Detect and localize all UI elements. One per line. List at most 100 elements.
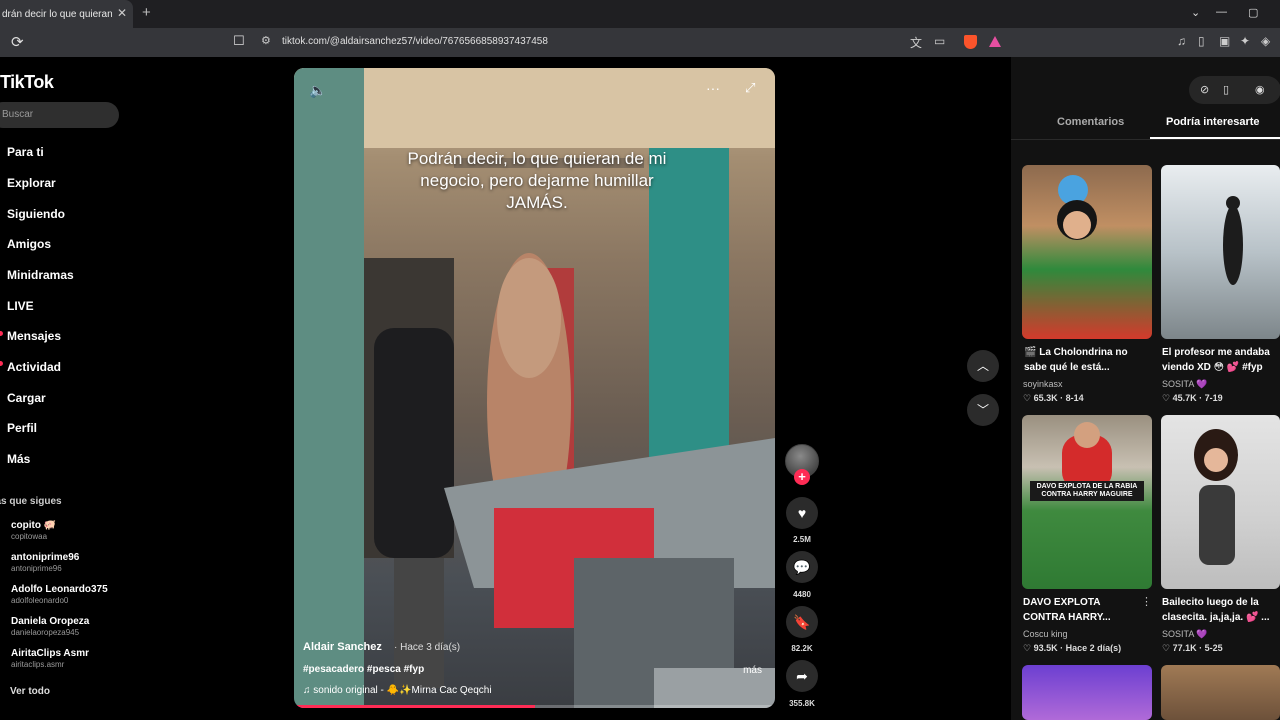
bookmark-icon[interactable]: ☐ <box>233 33 245 49</box>
tab-comments[interactable]: Comentarios <box>1057 116 1124 128</box>
video-player[interactable]: 🔈 ··· ⤢ Podrán decir, lo que quieran de … <box>294 68 775 708</box>
nav-messages[interactable]: Mensajes <box>7 329 61 343</box>
browser-tab-bar: drán decir lo que quieran de m ✕ + ⌄ — ▢ <box>0 0 1280 28</box>
video-progress-bar[interactable] <box>294 705 775 708</box>
nav-activity[interactable]: Actividad <box>7 360 61 374</box>
card-author: SOSITA 💜 <box>1162 379 1208 389</box>
thumbnail-image <box>1194 429 1238 565</box>
share-count: 355.8K <box>789 699 815 708</box>
video-progress-fill <box>294 705 535 708</box>
brave-shield-icon[interactable] <box>964 35 977 49</box>
account-handle: adolfoleonardo0 <box>11 596 69 605</box>
save-count: 82.2K <box>791 644 813 653</box>
comment-button[interactable]: 💬 <box>786 551 818 583</box>
nav-for-you[interactable]: Para ti <box>7 145 44 159</box>
more-description-button[interactable]: más <box>743 665 762 676</box>
heart-icon: ♥ <box>797 505 807 521</box>
search-placeholder: Buscar <box>2 109 34 120</box>
account-name: Daniela Oropeza <box>11 616 90 627</box>
card-thumbnail <box>1161 165 1280 339</box>
close-tab-icon[interactable]: ✕ <box>117 6 127 20</box>
card-stats: ♡ 77.1K · 5-25 <box>1162 643 1223 653</box>
next-video-button[interactable]: ﹀ <box>967 394 999 426</box>
nav-upload[interactable]: Cargar <box>7 391 46 405</box>
tab-title: drán decir lo que quieran de m <box>2 8 112 20</box>
ai-icon[interactable]: ✦ <box>1240 34 1250 48</box>
card-stats: ♡ 45.7K · 7-19 <box>1162 393 1223 403</box>
video-hashtags[interactable]: #pesacadero #pesca #fyp <box>303 664 424 675</box>
comment-icon: 💬 <box>793 559 811 575</box>
nav-live[interactable]: LIVE <box>7 299 34 313</box>
account-handle: antoniprime96 <box>11 564 62 573</box>
card-thumbnail[interactable] <box>1022 665 1152 720</box>
video-music[interactable]: ♫ sonido original - 🐥✨Mirna Cac Qeqchi <box>303 685 492 696</box>
wallet-icon[interactable]: ▣ <box>1219 34 1230 48</box>
device-icon[interactable]: ▯ <box>1223 83 1229 96</box>
tab-recommended[interactable]: Podría interesarte <box>1166 116 1260 128</box>
brave-rewards-icon[interactable] <box>989 36 1001 47</box>
bookmark-icon: 🔖 <box>793 614 811 630</box>
card-title: El profesor me andaba viendo XD 😳 💕 #fyp <box>1162 347 1270 373</box>
tab-search-icon[interactable]: ⌄ <box>1191 6 1200 19</box>
activity-notification-dot <box>0 361 3 366</box>
messages-notification-dot <box>0 331 3 336</box>
new-tab-button[interactable]: + <box>142 4 151 21</box>
tab-divider <box>1011 139 1280 140</box>
thumbnail-banner-text: DAVO EXPLOTA DE LA RABIA CONTRA HARRY MA… <box>1036 483 1138 498</box>
url-field[interactable]: tiktok.com/@aldairsanchez57/video/767656… <box>282 36 548 47</box>
see-all-link[interactable]: Ver todo <box>10 686 50 697</box>
nav-following[interactable]: Siguiendo <box>7 207 65 221</box>
card-author: soyinkasx <box>1023 379 1063 389</box>
nav-more[interactable]: Más <box>7 452 30 466</box>
account-name: copito 🐖 <box>11 520 57 531</box>
like-button[interactable]: ♥ <box>786 497 818 529</box>
thumbnail-image <box>1057 175 1097 240</box>
account-handle: airitaclips.asmr <box>11 660 65 669</box>
user-avatar-icon[interactable]: ◉ <box>1255 83 1265 96</box>
more-options-icon[interactable]: ··· <box>706 80 720 96</box>
card-thumbnail <box>1022 165 1152 339</box>
volume-icon[interactable]: 🔈 <box>309 82 326 99</box>
fullscreen-icon[interactable]: ⤢ <box>745 80 755 96</box>
nav-explore[interactable]: Explorar <box>7 176 56 190</box>
nav-minidramas[interactable]: Minidramas <box>7 268 74 282</box>
nav-profile[interactable]: Perfil <box>7 421 37 435</box>
account-name: Adolfo Leonardo375 <box>11 584 108 595</box>
nav-friends[interactable]: Amigos <box>7 237 51 251</box>
card-stats: ♡ 65.3K · 8-14 <box>1023 393 1084 403</box>
site-info-icon[interactable]: ⚙ <box>261 34 271 47</box>
minimize-button[interactable]: — <box>1216 6 1227 18</box>
chevron-up-icon: ︿ <box>976 359 989 373</box>
maximize-button[interactable]: ▢ <box>1248 6 1258 19</box>
card-author: SOSITA 💜 <box>1162 629 1208 639</box>
sidebar-icon[interactable]: ▯ <box>1198 34 1205 48</box>
account-handle: copitowaa <box>11 532 48 541</box>
account-name: antoniprime96 <box>11 552 80 563</box>
cast-icon[interactable]: ▭ <box>934 34 945 48</box>
address-bar: ⟳ ☐ ⚙ tiktok.com/@aldairsanchez57/video/… <box>0 28 1280 57</box>
compass-icon[interactable]: ⊘ <box>1200 83 1209 96</box>
follow-plus-icon[interactable]: + <box>794 469 810 485</box>
card-thumbnail <box>1161 415 1280 589</box>
translate-icon[interactable]: 文 <box>910 34 922 51</box>
search-input[interactable]: Buscar <box>0 102 119 128</box>
card-title: DAVO EXPLOTA CONTRA HARRY... <box>1023 597 1111 623</box>
share-button[interactable]: ➦ <box>786 660 818 692</box>
video-author[interactable]: Aldair Sanchez <box>303 641 382 653</box>
account-handle: danielaoropeza945 <box>11 628 80 637</box>
reload-icon[interactable]: ⟳ <box>11 33 24 51</box>
card-author: Coscu king <box>1023 629 1068 639</box>
card-menu-icon[interactable]: ⋮ <box>1141 595 1152 608</box>
tiktok-logo[interactable]: TikTok <box>0 72 54 93</box>
card-thumbnail[interactable] <box>1161 665 1280 720</box>
music-icon[interactable]: ♫ <box>1177 34 1186 48</box>
video-timestamp: · Hace 3 día(s) <box>394 642 461 653</box>
browser-tab[interactable]: drán decir lo que quieran de m ✕ <box>0 0 133 28</box>
vpn-icon[interactable]: ◈ <box>1261 34 1270 48</box>
active-tab-indicator <box>1150 137 1280 139</box>
previous-video-button[interactable]: ︿ <box>967 350 999 382</box>
card-stats: ♡ 93.5K · Hace 2 día(s) <box>1023 643 1122 653</box>
save-button[interactable]: 🔖 <box>786 606 818 638</box>
thumbnail-image <box>1030 422 1144 501</box>
chevron-down-icon: ﹀ <box>976 403 989 417</box>
